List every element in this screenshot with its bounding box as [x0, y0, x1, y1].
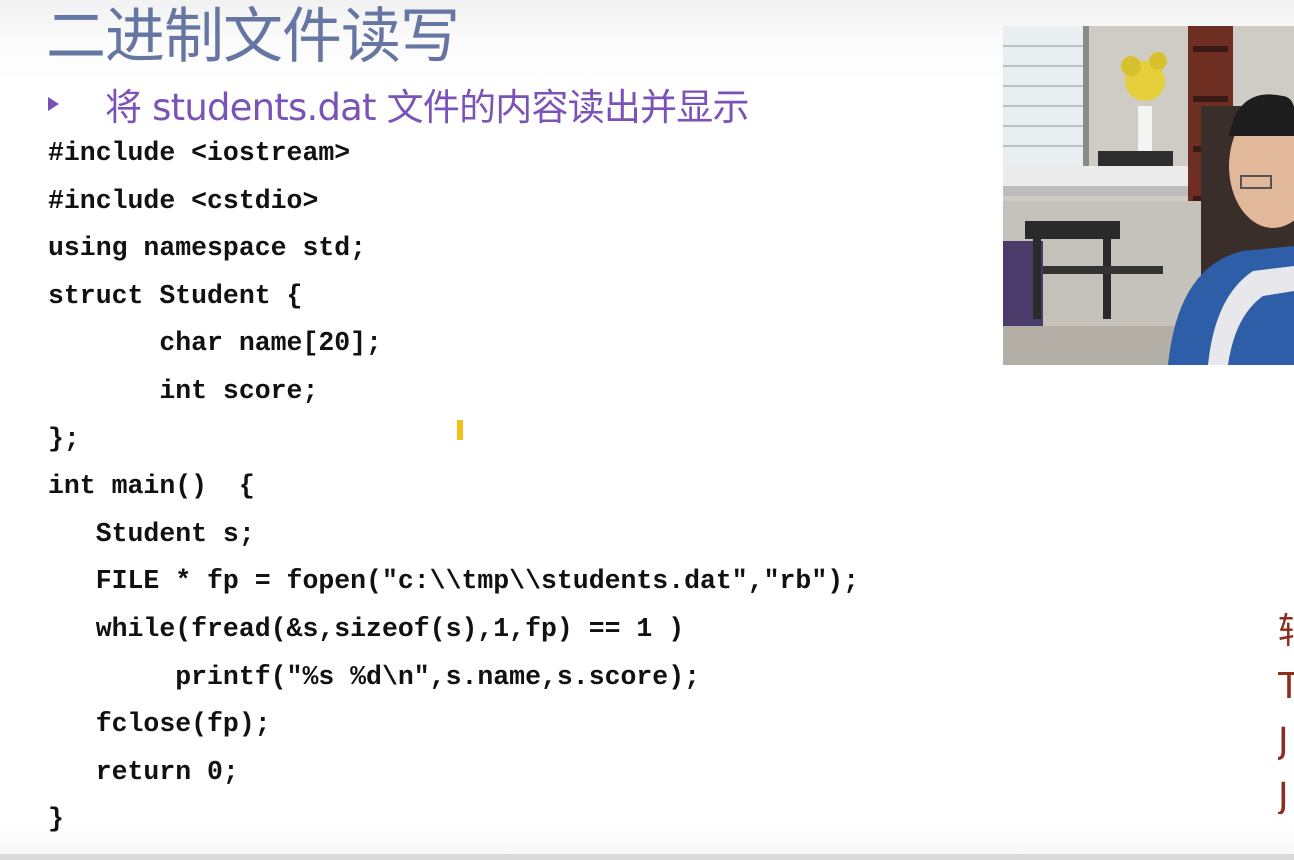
bullet-text: 将 students.dat 文件的内容读出并显示: [105, 86, 749, 129]
side-char: 辅: [1278, 604, 1294, 659]
side-panel-text: 辅 T J J: [1278, 604, 1294, 814]
code-block: #include <iostream> #include <cstdio> usin…: [48, 130, 859, 844]
code-line: while(fread(&s,sizeof(s),1,fp) == 1 ): [48, 613, 685, 644]
code-line: }: [48, 804, 64, 835]
code-line: return 0;: [48, 756, 239, 787]
bottom-bar: [0, 854, 1294, 860]
code-line: printf("%s %d\n",s.name,s.score);: [48, 661, 701, 692]
code-line: };: [48, 423, 80, 454]
bullet-point: 将 students.dat 文件的内容读出并显示: [48, 78, 749, 130]
code-line: struct Student {: [48, 280, 303, 311]
code-line: using namespace std;: [48, 233, 367, 264]
code-line: char name[20];: [48, 328, 382, 359]
side-char: T: [1278, 666, 1294, 707]
webcam-video-overlay: [1003, 26, 1294, 365]
code-line: Student s;: [48, 518, 255, 549]
webcam-image: [1003, 26, 1294, 365]
arrow-bullet-icon: [48, 97, 59, 111]
side-char: J: [1278, 776, 1289, 814]
code-line: #include <cstdio>: [48, 185, 319, 216]
code-line: #include <iostream>: [48, 138, 351, 168]
code-line: int main() {: [48, 471, 255, 502]
code-line: int score;: [48, 375, 319, 406]
code-line: fclose(fp);: [48, 709, 271, 740]
slide-title: 二进制文件读写: [46, 2, 460, 72]
text-cursor-marker: [457, 420, 463, 440]
side-char: J: [1278, 721, 1289, 762]
code-line: FILE * fp = fopen("c:\\tmp\\students.dat…: [48, 566, 860, 597]
